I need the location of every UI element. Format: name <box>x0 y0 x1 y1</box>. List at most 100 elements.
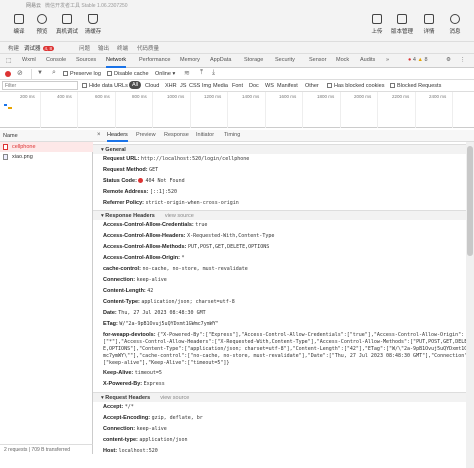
disable-cache-checkbox[interactable]: Disable cache <box>107 71 149 77</box>
filter-type-media[interactable]: Media <box>213 83 228 89</box>
more-options-icon[interactable]: ⋮ <box>460 57 466 63</box>
general-section-header[interactable]: ▾ General <box>93 144 474 154</box>
tab-timing[interactable]: Timing <box>224 132 240 138</box>
upload-button[interactable]: 上传 <box>366 14 388 40</box>
tab-mock[interactable]: Mock <box>336 57 349 63</box>
tab-output[interactable]: 输出 <box>98 44 109 52</box>
header-row: Accept-Encoding: gzip, deflate, br <box>103 415 471 422</box>
tab-code-quality[interactable]: 代码质量 <box>137 44 159 52</box>
settings-gear-icon[interactable]: ⚙ <box>446 57 451 63</box>
header-row: Host: localhost:520 <box>103 448 471 455</box>
request-row-xiao-png[interactable]: xiao.png <box>0 152 93 162</box>
network-controls: ⊘ ▼ ⌕ Preserve log Disable cache Online … <box>0 68 474 80</box>
filter-type-font[interactable]: Font <box>232 83 243 89</box>
hide-data-urls-label: Hide data URLs <box>89 83 128 89</box>
tab-terminal[interactable]: 终端 <box>117 44 128 52</box>
request-detail-tabs: × Headers Preview Response Initiator Tim… <box>93 130 474 142</box>
tab-security[interactable]: Security <box>275 57 295 63</box>
header-value: Thu, 27 Jul 2023 08:48:30 GMT <box>118 310 206 316</box>
details-button[interactable]: 详情 <box>418 14 440 40</box>
preview-button[interactable]: 预览 <box>31 14 53 40</box>
filter-type-doc[interactable]: Doc <box>249 83 259 89</box>
tab-sources[interactable]: Sources <box>76 57 96 63</box>
tab-network[interactable]: Network <box>106 57 127 68</box>
tab-memory[interactable]: Memory <box>180 57 200 63</box>
filter-type-xhr[interactable]: XHR <box>165 83 177 89</box>
response-headers-section-header[interactable]: ▾ Response Headers view source <box>93 210 474 220</box>
import-icon[interactable]: ⤒ <box>200 69 203 77</box>
filter-type-all[interactable]: All <box>129 81 142 89</box>
tab-sensor[interactable]: Sensor <box>309 57 326 63</box>
version-button[interactable]: 版本管理 <box>389 14 415 40</box>
panel-tab-bar: 构建 调试器 4, 8 问题 输出 终端 代码质量 <box>0 42 474 54</box>
request-list-header[interactable]: Name <box>0 130 93 142</box>
scrollbar-thumb[interactable] <box>467 146 473 256</box>
throttle-select[interactable]: Online ▾ <box>155 71 175 77</box>
gridline <box>227 92 228 128</box>
tab-console[interactable]: Console <box>46 57 66 63</box>
export-icon[interactable]: ⤓ <box>212 69 215 77</box>
header-row: Connection: keep-alive <box>103 277 471 284</box>
tab-preview[interactable]: Preview <box>136 132 156 138</box>
remote-debug-button[interactable]: 真机调试 <box>54 14 80 40</box>
header-key: cache-control: <box>103 266 141 272</box>
search-icon[interactable]: ⌕ <box>52 69 56 77</box>
compile-button[interactable]: 编译 <box>8 14 30 40</box>
preserve-log-label: Preserve log <box>70 71 101 77</box>
tab-performance[interactable]: Performance <box>139 57 171 63</box>
filter-type-css[interactable]: CSS <box>189 83 200 89</box>
request-row-cellphone[interactable]: cellphone <box>0 142 93 152</box>
response-headers-title: Response Headers <box>105 213 155 219</box>
blocked-requests-checkbox[interactable]: Blocked Requests <box>390 83 441 89</box>
tab-initiator[interactable]: Initiator <box>196 132 214 138</box>
filter-type-ws[interactable]: WS <box>265 83 274 89</box>
headers-panel: ▾ General Request URL: http://localhost:… <box>93 142 474 468</box>
hide-data-urls-checkbox[interactable]: Hide data URLs <box>82 83 128 89</box>
message-button[interactable]: 消息 <box>444 14 466 40</box>
gridline <box>415 92 416 128</box>
filter-type-manifest[interactable]: Manifest <box>277 83 298 89</box>
filter-type-cloud[interactable]: Cloud <box>145 83 159 89</box>
filter-input[interactable] <box>2 81 78 90</box>
preserve-log-checkbox[interactable]: Preserve log <box>63 71 101 77</box>
view-source-link[interactable]: view source <box>160 395 189 401</box>
record-icon[interactable] <box>5 71 11 77</box>
header-value: localhost:520 <box>118 448 158 454</box>
tab-audits[interactable]: Audits <box>360 57 375 63</box>
tab-headers[interactable]: Headers <box>107 132 128 142</box>
tab-storage[interactable]: Storage <box>244 57 263 63</box>
request-headers-title: Request Headers <box>105 395 151 401</box>
network-timeline[interactable]: 200 ms 400 ms 600 ms 800 ms 1000 ms 1200… <box>0 92 474 128</box>
filter-icon[interactable]: ▼ <box>37 70 43 76</box>
tab-appdata[interactable]: AppData <box>210 57 231 63</box>
tab-response[interactable]: Response <box>164 132 189 138</box>
wifi-icon[interactable]: ≋ <box>184 69 190 77</box>
close-icon[interactable]: × <box>97 132 101 138</box>
header-value: application/json; charset=utf-8 <box>141 299 235 305</box>
filter-type-js[interactable]: JS <box>180 83 186 89</box>
header-key: Request URL: <box>103 156 140 162</box>
request-list: cellphone xiao.png <box>0 142 93 444</box>
request-headers-section-header[interactable]: ▾ Request Headers view source <box>93 392 474 402</box>
view-source-link[interactable]: view source <box>165 213 194 219</box>
error-counter[interactable]: ● 4 ▲ 8 <box>408 57 428 63</box>
header-row: X-Powered-By: Express <box>103 381 471 388</box>
preserve-log-box <box>63 71 68 77</box>
more-tabs-icon[interactable]: » <box>386 57 389 63</box>
version-icon <box>397 14 407 24</box>
tab-build[interactable]: 构建 <box>8 44 19 52</box>
tab-wxml[interactable]: Wxml <box>22 57 36 63</box>
timeline-tick: 2200 ms <box>392 94 410 99</box>
header-key: Accept: <box>103 404 124 410</box>
header-key: Connection: <box>103 277 136 283</box>
inspect-icon[interactable]: ⬚ <box>6 57 12 64</box>
clear-icon[interactable]: ⊘ <box>17 69 23 77</box>
filter-type-img[interactable]: Img <box>202 83 211 89</box>
tab-debugger-label: 调试器 <box>24 46 41 52</box>
header-key: Request Method: <box>103 167 148 173</box>
tab-problems[interactable]: 问题 <box>79 44 90 52</box>
blocked-cookies-checkbox[interactable]: Has blocked cookies <box>327 83 384 89</box>
filter-type-other[interactable]: Other <box>305 83 319 89</box>
clear-cache-button[interactable]: 清缓存 <box>82 14 104 40</box>
tab-debugger[interactable]: 调试器 4, 8 <box>24 44 55 52</box>
